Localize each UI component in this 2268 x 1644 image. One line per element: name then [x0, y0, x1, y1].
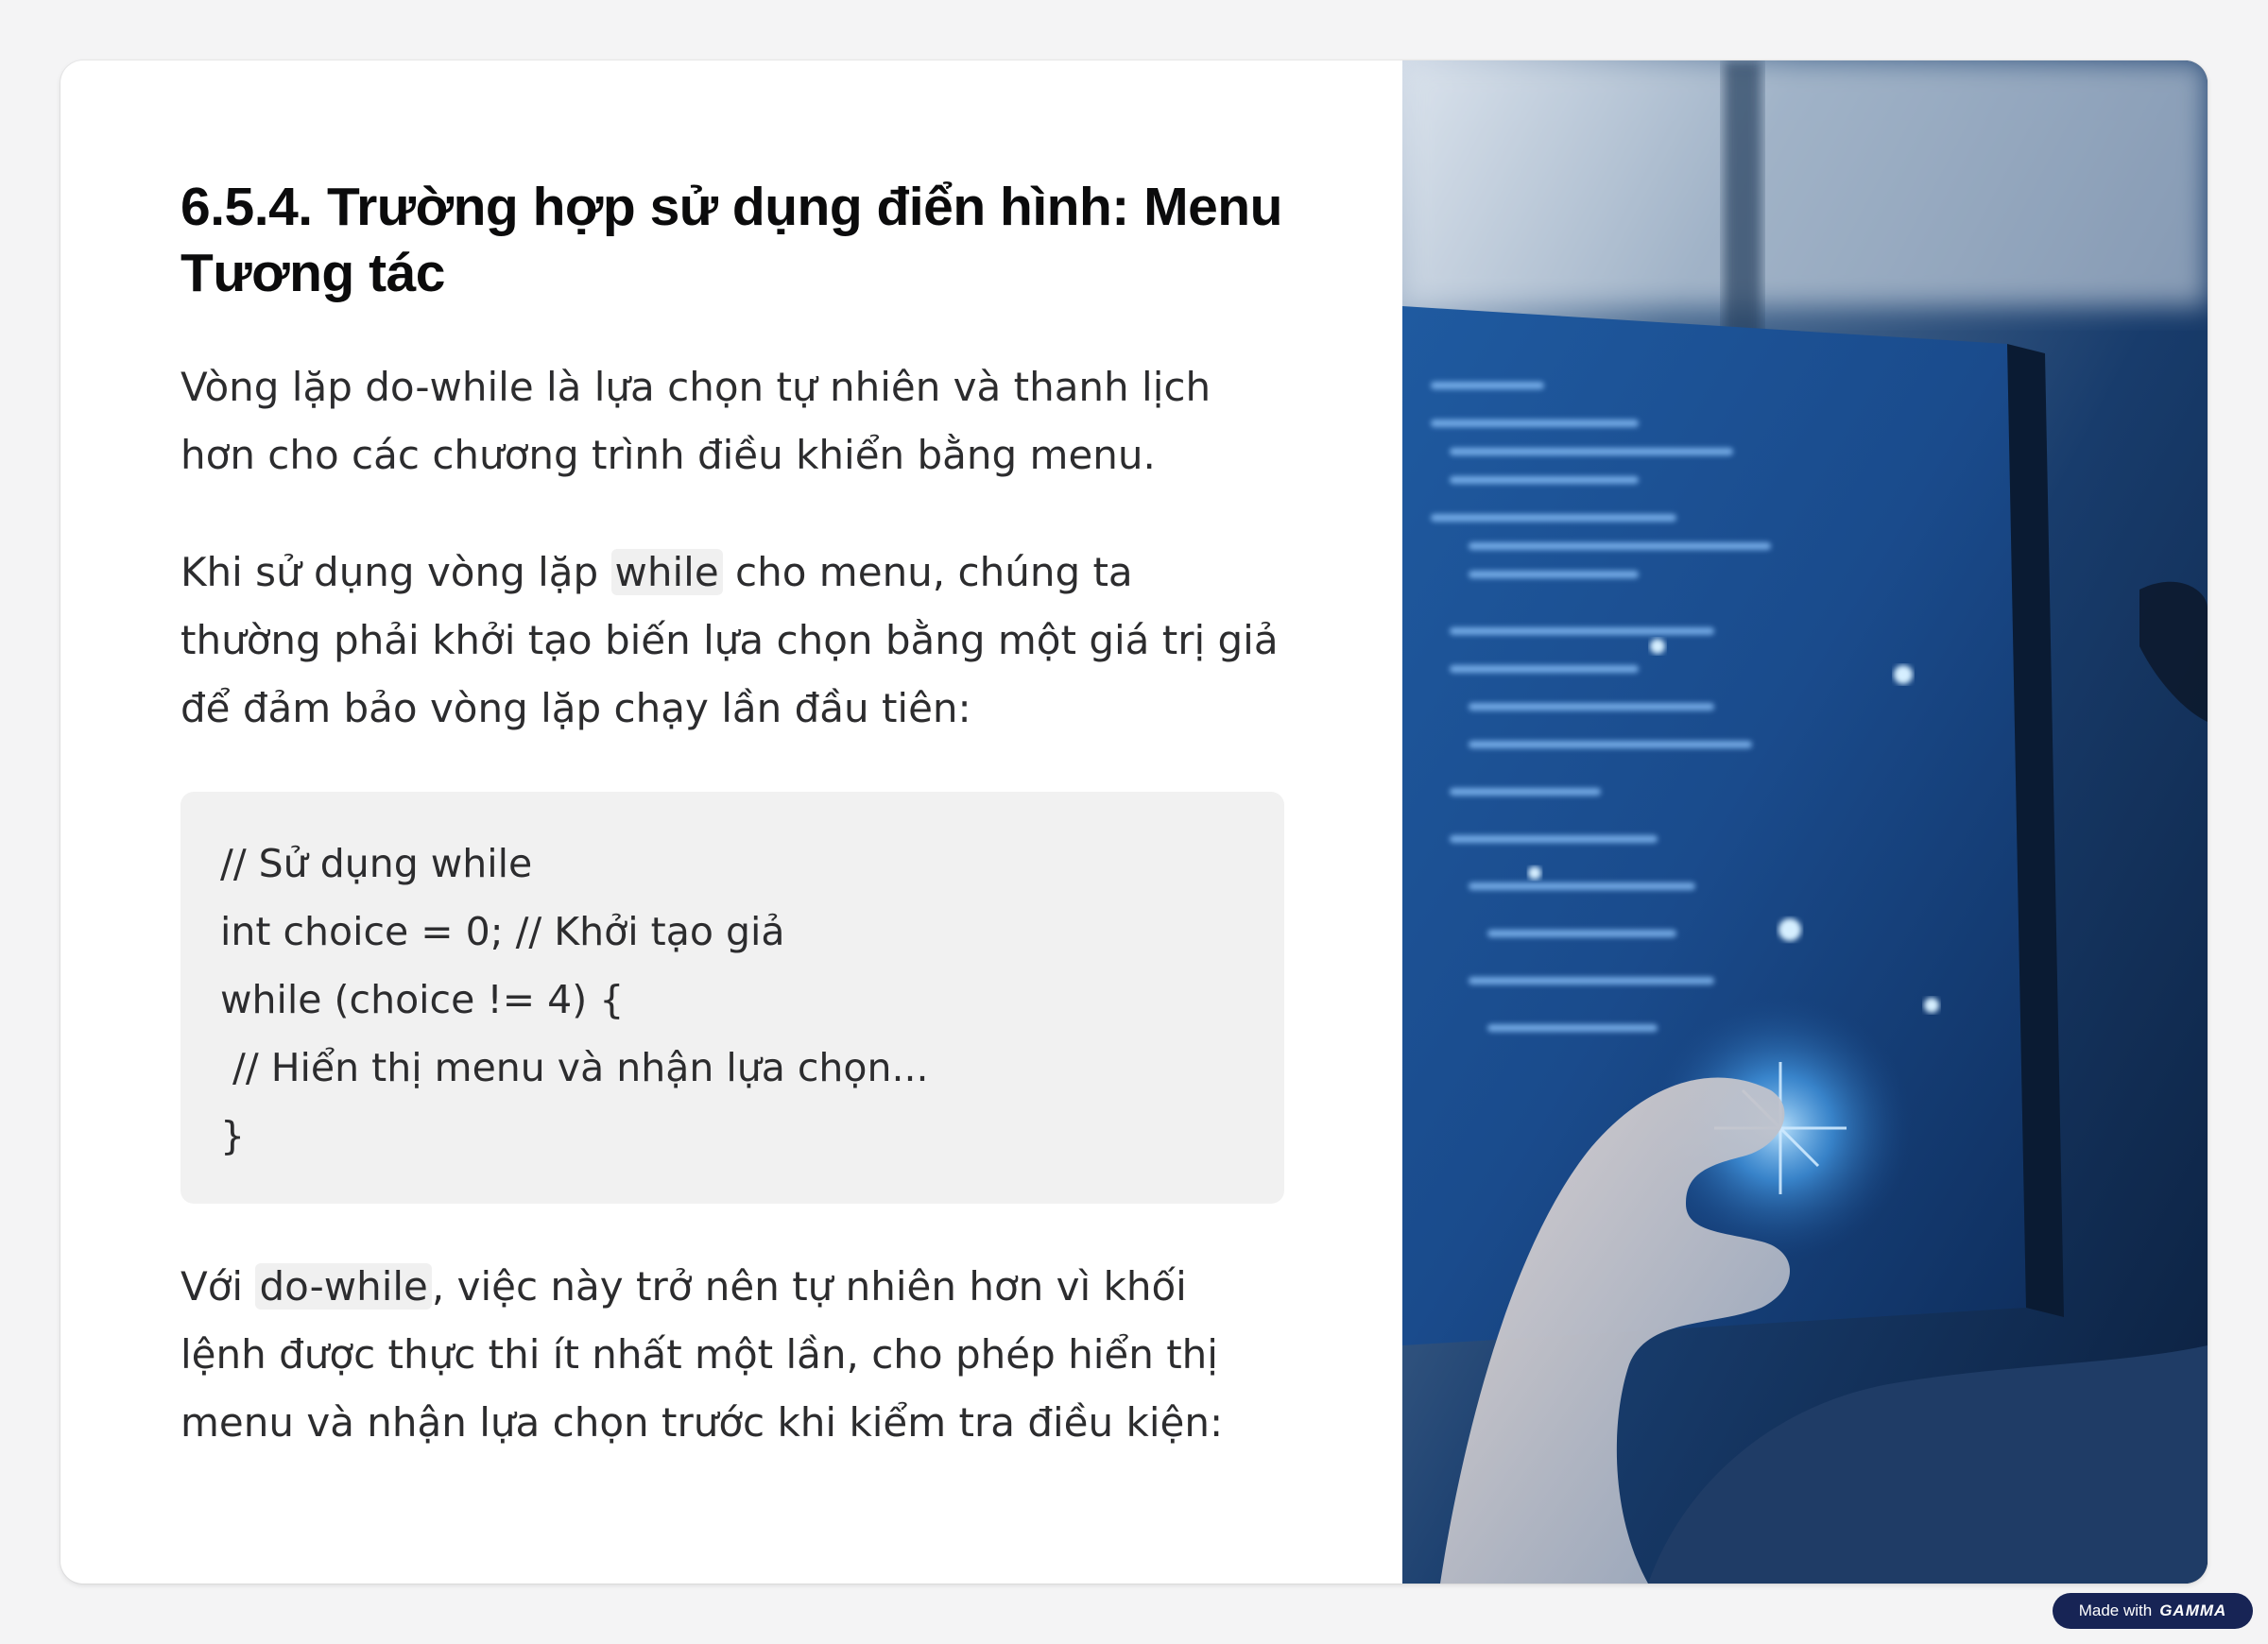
code-line: while (choice != 4) { [220, 977, 625, 1022]
hand-touching-screen-image [1402, 60, 2208, 1584]
paragraph-text: Với [180, 1263, 256, 1310]
gamma-logo: GAMMA [2159, 1601, 2227, 1619]
inline-code-do-while: do-while [255, 1263, 432, 1310]
slide-title: 6.5.4. Trường hợp sử dụng điển hình: Men… [180, 177, 1282, 303]
intro-paragraph: Vòng lặp do-while là lựa chọn tự nhiên v… [180, 364, 1211, 478]
paragraph-text: Khi sử dụng vòng lặp [180, 549, 611, 595]
code-line: int choice = 0; // Khởi tạo giả [220, 909, 785, 954]
photo-illustration [1402, 60, 2208, 1584]
badge-prefix: Made with [2078, 1601, 2153, 1619]
text-content: 6.5.4. Trường hợp sử dụng điển hình: Men… [180, 174, 1284, 1457]
inline-code-while: while [610, 549, 723, 595]
code-line: } [220, 1113, 246, 1158]
do-while-paragraph: Với do-while, việc này trở nên tự nhiên … [180, 1253, 1284, 1457]
while-paragraph: Khi sử dụng vòng lặp while cho menu, chú… [180, 539, 1284, 743]
slide-card: 6.5.4. Trường hợp sử dụng điển hình: Men… [60, 60, 2208, 1584]
code-line: // Hiển thị menu và nhận lựa chọn... [220, 1045, 929, 1090]
code-block: // Sử dụng while int choice = 0; // Khởi… [180, 792, 1284, 1204]
made-with-gamma-badge[interactable]: Made with GAMMA [2053, 1593, 2253, 1629]
code-line: // Sử dụng while [220, 841, 533, 886]
